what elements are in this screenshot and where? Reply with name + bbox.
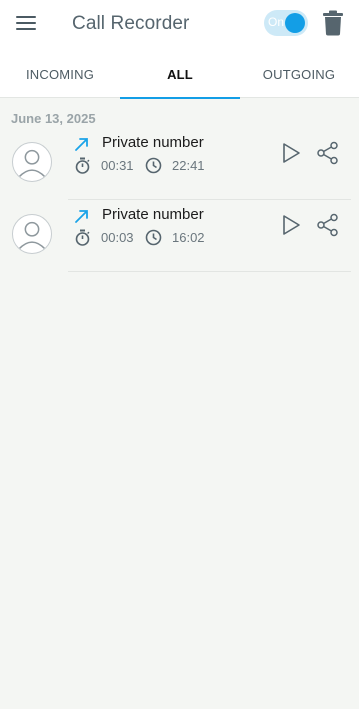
call-list-item[interactable]: Private number 00:03 16:02 xyxy=(0,200,359,272)
recording-toggle[interactable]: On xyxy=(264,10,308,36)
clock-icon xyxy=(145,229,162,245)
share-icon[interactable] xyxy=(316,141,340,165)
call-meta: 00:03 16:02 xyxy=(74,228,205,246)
timer-icon xyxy=(75,157,90,174)
toggle-label: On xyxy=(268,15,285,29)
clock-icon xyxy=(145,157,162,173)
share-icon[interactable] xyxy=(316,213,340,237)
tab-incoming[interactable]: INCOMING xyxy=(0,50,120,98)
avatar-icon xyxy=(12,214,52,254)
call-time: 22:41 xyxy=(172,157,205,173)
call-meta: 00:31 22:41 xyxy=(74,156,205,174)
contact-name: Private number xyxy=(102,206,204,223)
app-title: Call Recorder xyxy=(72,13,190,34)
row-divider xyxy=(68,271,351,272)
toggle-knob xyxy=(285,13,305,33)
play-icon[interactable] xyxy=(280,142,302,164)
tab-all[interactable]: ALL xyxy=(120,50,240,99)
outgoing-arrow-icon xyxy=(75,210,88,223)
trash-icon[interactable] xyxy=(322,10,344,36)
call-duration: 00:31 xyxy=(101,157,134,173)
contact-name: Private number xyxy=(102,134,204,151)
date-group-header: June 13, 2025 xyxy=(11,111,96,126)
menu-icon[interactable] xyxy=(16,12,40,34)
outgoing-arrow-icon xyxy=(75,138,88,151)
call-time: 16:02 xyxy=(172,229,205,245)
tab-bar: INCOMING ALL OUTGOING xyxy=(0,50,359,99)
app-bar: Call Recorder On xyxy=(0,0,359,50)
call-duration: 00:03 xyxy=(101,229,134,245)
play-icon[interactable] xyxy=(280,214,302,236)
timer-icon xyxy=(75,229,90,246)
tab-outgoing[interactable]: OUTGOING xyxy=(239,50,359,98)
call-list-item[interactable]: Private number 00:31 22:41 xyxy=(0,128,359,200)
avatar-icon xyxy=(12,142,52,182)
